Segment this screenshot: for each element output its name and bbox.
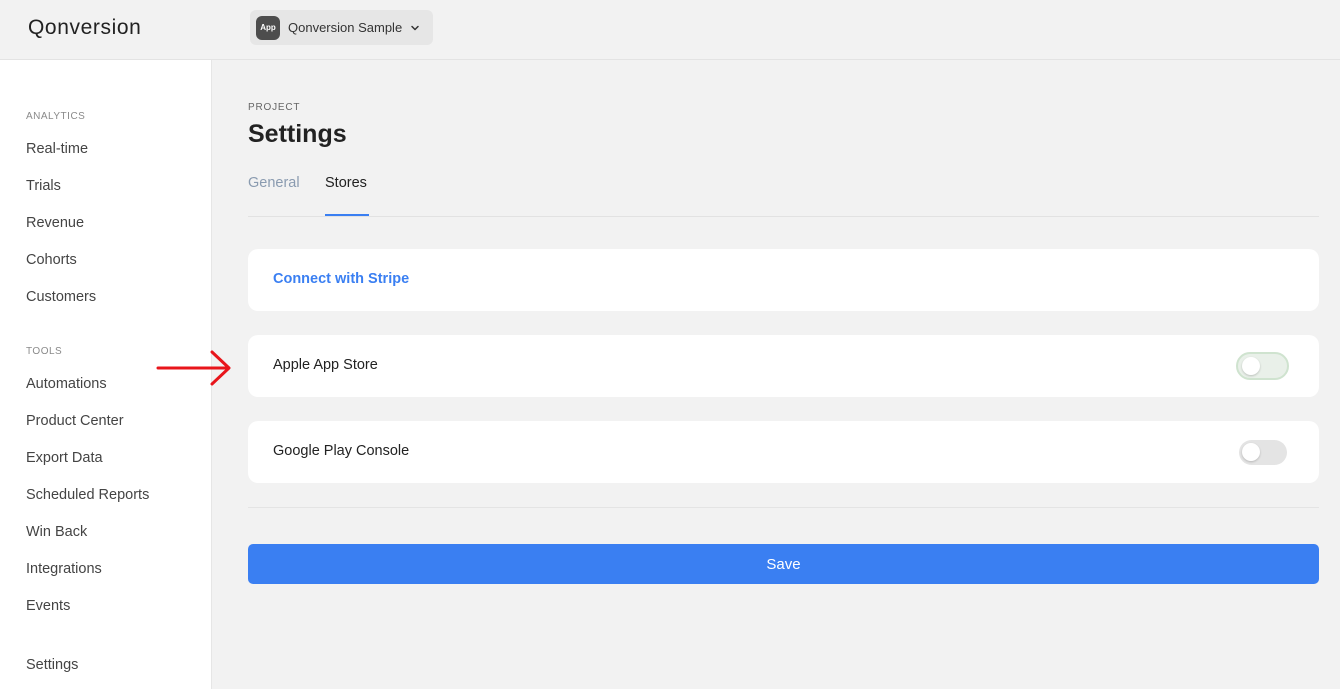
- divider: [248, 507, 1319, 508]
- google-play-card: Google Play Console: [248, 421, 1319, 483]
- connect-stripe-link[interactable]: Connect with Stripe: [273, 271, 409, 287]
- breadcrumb: PROJECT: [248, 102, 301, 113]
- apple-store-card: Apple App Store: [248, 335, 1319, 397]
- apple-store-label: Apple App Store: [273, 357, 378, 373]
- app-badge: App: [256, 15, 280, 40]
- sidebar-item-product-center[interactable]: Product Center: [26, 413, 124, 429]
- logo: Qonversion: [28, 16, 142, 39]
- sidebar-item-revenue[interactable]: Revenue: [26, 215, 84, 231]
- sidebar-item-integrations[interactable]: Integrations: [26, 561, 102, 577]
- tab-stores[interactable]: Stores: [325, 175, 367, 191]
- google-play-label: Google Play Console: [273, 443, 410, 459]
- chevron-down-icon: [410, 23, 420, 33]
- sidebar-item-automations[interactable]: Automations: [26, 376, 107, 392]
- tab-general[interactable]: General: [248, 175, 300, 191]
- sidebar-item-settings[interactable]: Settings: [26, 657, 78, 673]
- toggle-knob: [1242, 357, 1260, 375]
- sidebar-item-win-back[interactable]: Win Back: [26, 524, 87, 540]
- tab-bar: General Stores: [248, 160, 1319, 217]
- main-content: PROJECT Settings General Stores Connect …: [212, 60, 1340, 689]
- app-switcher[interactable]: App Qonversion Sample: [250, 10, 433, 45]
- page-title: Settings: [248, 120, 347, 148]
- sidebar-item-cohorts[interactable]: Cohorts: [26, 252, 77, 268]
- sidebar-item-real-time[interactable]: Real-time: [26, 141, 88, 157]
- sidebar-item-trials[interactable]: Trials: [26, 178, 61, 194]
- arrow-right-icon: [156, 349, 234, 387]
- toggle-knob: [1242, 443, 1260, 461]
- google-play-toggle[interactable]: [1239, 440, 1287, 465]
- top-bar: Qonversion App Qonversion Sample: [0, 0, 1340, 60]
- active-tab-indicator: [325, 214, 369, 216]
- sidebar-item-export-data[interactable]: Export Data: [26, 450, 103, 466]
- stripe-card: Connect with Stripe: [248, 249, 1319, 311]
- sidebar-item-events[interactable]: Events: [26, 598, 70, 614]
- section-heading-tools: TOOLS: [26, 346, 63, 357]
- section-heading-analytics: ANALYTICS: [26, 111, 86, 122]
- sidebar-item-customers[interactable]: Customers: [26, 289, 96, 305]
- apple-store-toggle[interactable]: [1236, 352, 1289, 380]
- app-name: Qonversion Sample: [288, 20, 403, 35]
- save-button[interactable]: Save: [248, 544, 1319, 584]
- sidebar-item-scheduled-reports[interactable]: Scheduled Reports: [26, 487, 149, 503]
